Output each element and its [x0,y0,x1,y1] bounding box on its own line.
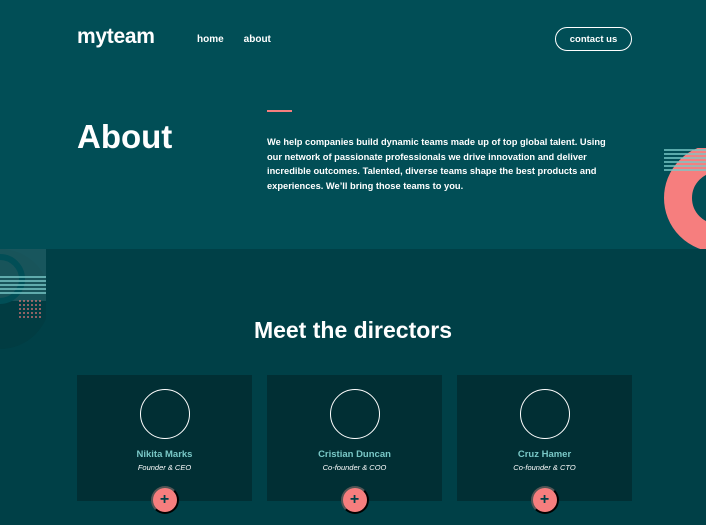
decorative-ring-pattern [664,148,706,249]
directors-section: Meet the directors Nikita Marks Founder … [0,249,706,525]
logo[interactable]: myteam [77,25,155,49]
director-role: Co-founder & CTO [513,463,576,472]
avatar [519,389,570,439]
plus-icon: + [159,491,170,508]
director-name: Cristian Duncan [318,449,391,460]
section-title: Meet the directors [253,317,453,343]
nav-about-link[interactable]: about [244,34,271,45]
director-role: Founder & CEO [137,463,192,472]
plus-icon: + [539,491,550,508]
avatar [139,389,190,439]
expand-director-button[interactable]: + [530,486,559,514]
main-nav: home about [197,34,271,45]
nav-home-link[interactable]: home [197,34,224,45]
directors-cards: Nikita Marks Founder & CEO + Cristian Du… [77,375,632,514]
director-name: Nikita Marks [136,449,193,460]
expand-director-button[interactable]: + [150,486,179,514]
expand-director-button[interactable]: + [340,486,369,514]
hero-section: myteam home about contact us About We he… [0,0,706,249]
contact-us-button[interactable]: contact us [555,27,632,51]
avatar [329,389,380,439]
page-title: About [77,118,173,155]
director-card: Nikita Marks Founder & CEO + [77,375,252,514]
director-role: Co-founder & COO [322,463,387,472]
director-card: Cruz Hamer Co-founder & CTO + [457,375,632,514]
about-description: We help companies build dynamic teams ma… [267,137,606,191]
accent-rule [267,110,292,112]
director-card: Cristian Duncan Co-founder & COO + [267,375,442,514]
director-name: Cruz Hamer [517,449,572,460]
plus-icon: + [349,491,360,508]
